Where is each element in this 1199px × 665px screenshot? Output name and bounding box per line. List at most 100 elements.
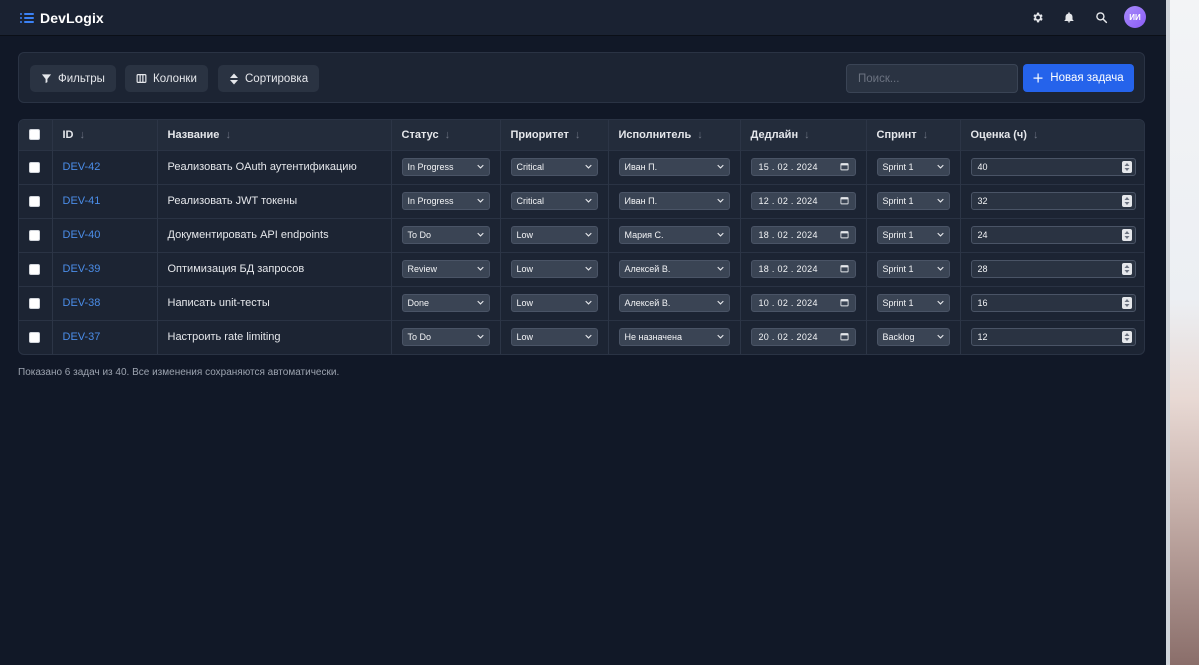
column-header-assignee[interactable]: Исполнитель ↓ bbox=[608, 120, 741, 150]
priority-select[interactable]: Critical bbox=[510, 158, 598, 176]
assignee-select[interactable]: Иван П. bbox=[618, 192, 730, 210]
table-row[interactable]: DEV-39 Оптимизация БД запросов Review Lo… bbox=[19, 252, 1144, 286]
calendar-icon[interactable] bbox=[839, 264, 849, 273]
task-id-link[interactable]: DEV-41 bbox=[63, 195, 101, 207]
table-row[interactable]: DEV-41 Реализовать JWT токены In Progres… bbox=[19, 184, 1144, 218]
task-id-link[interactable]: DEV-42 bbox=[63, 161, 101, 173]
spinner-arrows-icon[interactable] bbox=[1122, 161, 1132, 173]
calendar-icon[interactable] bbox=[839, 196, 849, 205]
deadline-date-input[interactable]: 12 . 02 . 2024 bbox=[750, 192, 856, 210]
priority-select[interactable]: Low bbox=[510, 226, 598, 244]
status-select[interactable]: Review bbox=[401, 260, 490, 278]
assignee-select[interactable]: Алексей В. bbox=[618, 294, 730, 312]
priority-select[interactable]: Low bbox=[510, 294, 598, 312]
task-title: Реализовать JWT токены bbox=[167, 195, 298, 207]
status-select[interactable]: To Do bbox=[401, 328, 490, 347]
column-header-priority[interactable]: Приоритет ↓ bbox=[500, 120, 609, 150]
status-select[interactable]: Done bbox=[401, 294, 490, 312]
spinner-arrows-icon[interactable] bbox=[1122, 263, 1132, 275]
task-id-link[interactable]: DEV-40 bbox=[63, 229, 101, 241]
deadline-date-input[interactable]: 20 . 02 . 2024 bbox=[750, 328, 856, 347]
status-select[interactable]: In Progress bbox=[401, 158, 490, 176]
bell-icon[interactable] bbox=[1060, 8, 1078, 26]
select-all-checkbox[interactable] bbox=[29, 129, 40, 141]
task-title-cell[interactable]: Настроить rate limiting bbox=[157, 320, 392, 354]
spinner-arrows-icon[interactable] bbox=[1122, 331, 1132, 344]
table-row[interactable]: DEV-40 Документировать API endpoints To … bbox=[19, 218, 1144, 252]
task-id-link[interactable]: DEV-38 bbox=[63, 297, 101, 309]
task-title-cell[interactable]: Реализовать OAuth аутентификацию bbox=[157, 150, 392, 184]
column-header-status[interactable]: Статус ↓ bbox=[391, 120, 501, 150]
sprint-select[interactable]: Sprint 1 bbox=[876, 158, 950, 176]
task-id-link[interactable]: DEV-39 bbox=[63, 263, 101, 275]
status-select[interactable]: In Progress bbox=[401, 192, 490, 210]
estimate-input[interactable]: 24 bbox=[970, 226, 1136, 244]
estimate-input[interactable]: 16 bbox=[970, 294, 1136, 312]
assignee-select[interactable]: Алексей В. bbox=[618, 260, 730, 278]
status-cell: To Do bbox=[391, 218, 501, 252]
row-checkbox[interactable] bbox=[29, 263, 40, 275]
chevron-down-icon bbox=[936, 334, 944, 339]
column-header-sprint[interactable]: Спринт ↓ bbox=[866, 120, 961, 150]
calendar-icon[interactable] bbox=[839, 162, 849, 171]
search-input[interactable] bbox=[846, 64, 1018, 93]
new-task-button[interactable]: Новая задача bbox=[1023, 64, 1134, 92]
task-id-cell: DEV-38 bbox=[52, 286, 158, 320]
deadline-date-input[interactable]: 10 . 02 . 2024 bbox=[750, 294, 856, 312]
status-select[interactable]: To Do bbox=[401, 226, 490, 244]
priority-select[interactable]: Low bbox=[510, 260, 598, 278]
calendar-icon[interactable] bbox=[839, 332, 849, 341]
search-icon[interactable] bbox=[1092, 8, 1110, 26]
priority-select[interactable]: Low bbox=[510, 328, 598, 347]
spinner-arrows-icon[interactable] bbox=[1122, 297, 1132, 309]
sprint-select[interactable]: Backlog bbox=[876, 328, 950, 347]
priority-select[interactable]: Critical bbox=[510, 192, 598, 210]
filters-button[interactable]: Фильтры bbox=[30, 65, 116, 92]
column-header-title[interactable]: Название ↓ bbox=[157, 120, 392, 150]
spinner-arrows-icon[interactable] bbox=[1122, 229, 1132, 241]
column-header-id[interactable]: ID ↓ bbox=[52, 120, 158, 150]
table-row[interactable]: DEV-42 Реализовать OAuth аутентификацию … bbox=[19, 150, 1144, 184]
task-title-cell[interactable]: Написать unit-тесты bbox=[157, 286, 392, 320]
sprint-select[interactable]: Sprint 1 bbox=[876, 294, 950, 312]
task-title-cell[interactable]: Документировать API endpoints bbox=[157, 218, 392, 252]
calendar-icon[interactable] bbox=[839, 298, 849, 307]
brand[interactable]: DevLogix bbox=[20, 10, 104, 26]
gear-icon[interactable] bbox=[1028, 8, 1046, 26]
chevron-down-icon bbox=[584, 232, 592, 237]
column-header-deadline[interactable]: Дедлайн ↓ bbox=[740, 120, 867, 150]
estimate-input[interactable]: 40 bbox=[970, 158, 1136, 176]
row-checkbox[interactable] bbox=[29, 229, 40, 241]
task-title-cell[interactable]: Оптимизация БД запросов bbox=[157, 252, 392, 286]
calendar-icon[interactable] bbox=[839, 230, 849, 239]
sort-arrow-icon: ↓ bbox=[804, 128, 810, 141]
row-checkbox[interactable] bbox=[29, 161, 40, 173]
estimate-input[interactable]: 12 bbox=[970, 328, 1136, 347]
row-checkbox[interactable] bbox=[29, 297, 40, 309]
spinner-arrows-icon[interactable] bbox=[1122, 195, 1132, 207]
sort-button[interactable]: Сортировка bbox=[218, 65, 320, 92]
assignee-select[interactable]: Не назначена bbox=[618, 328, 730, 347]
deadline-date-input[interactable]: 15 . 02 . 2024 bbox=[750, 158, 856, 176]
estimate-input[interactable]: 32 bbox=[970, 192, 1136, 210]
sprint-select[interactable]: Sprint 1 bbox=[876, 226, 950, 244]
estimate-input[interactable]: 28 bbox=[970, 260, 1136, 278]
sprint-select[interactable]: Sprint 1 bbox=[876, 260, 950, 278]
assignee-select[interactable]: Мария С. bbox=[618, 226, 730, 244]
deadline-date-input[interactable]: 18 . 02 . 2024 bbox=[750, 260, 856, 278]
columns-button[interactable]: Колонки bbox=[125, 65, 208, 92]
column-header-estimate[interactable]: Оценка (ч) ↓ bbox=[960, 120, 1144, 150]
avatar[interactable]: ИИ bbox=[1124, 6, 1146, 28]
task-id-link[interactable]: DEV-37 bbox=[63, 331, 101, 343]
row-checkbox[interactable] bbox=[29, 331, 40, 343]
row-checkbox[interactable] bbox=[29, 195, 40, 207]
deadline-date-input[interactable]: 18 . 02 . 2024 bbox=[750, 226, 856, 244]
table-row[interactable]: DEV-37 Настроить rate limiting To Do Low… bbox=[19, 320, 1144, 354]
chevron-down-icon bbox=[584, 198, 592, 203]
table-row[interactable]: DEV-38 Написать unit-тесты Done Low Алек… bbox=[19, 286, 1144, 320]
chevron-down-icon bbox=[476, 164, 484, 169]
assignee-select[interactable]: Иван П. bbox=[618, 158, 730, 176]
sprint-select[interactable]: Sprint 1 bbox=[876, 192, 950, 210]
sprint-cell: Sprint 1 bbox=[866, 150, 961, 184]
task-title-cell[interactable]: Реализовать JWT токены bbox=[157, 184, 392, 218]
